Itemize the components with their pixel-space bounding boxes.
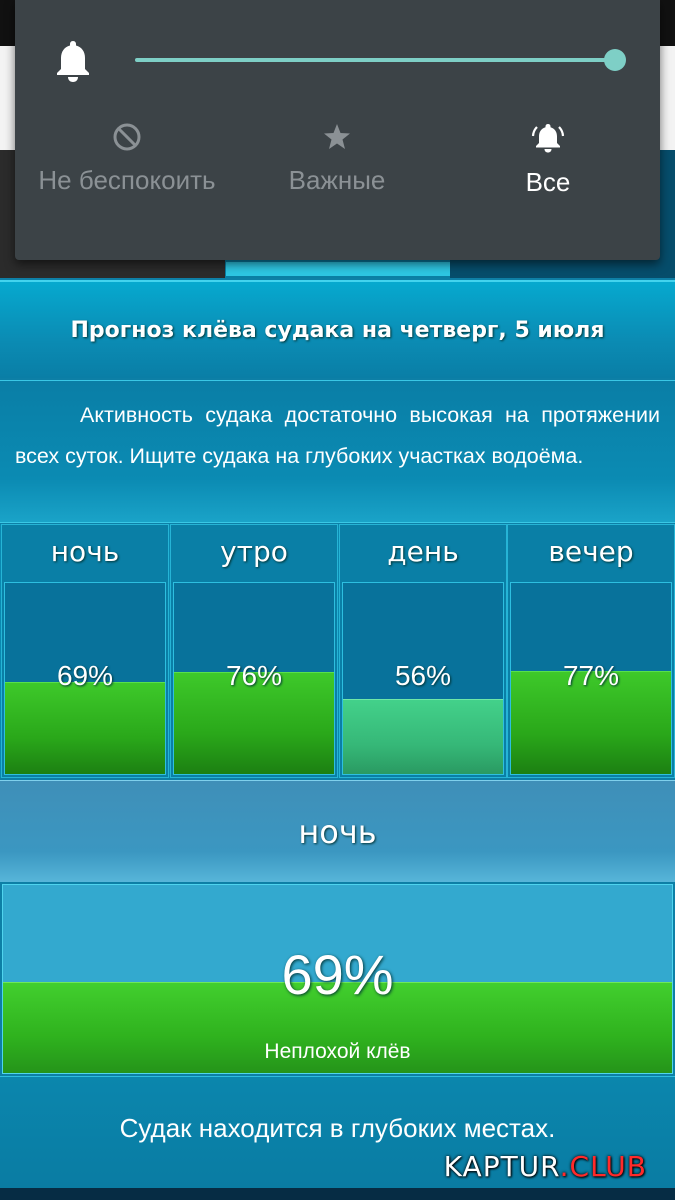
period-bar-fill bbox=[343, 699, 503, 774]
watermark-main: KAPTUR bbox=[443, 1150, 560, 1183]
period-column-evening[interactable]: вечер 77% bbox=[507, 524, 675, 778]
bite-quality-label: Неплохой клёв bbox=[264, 1040, 411, 1063]
period-bar: 69% bbox=[4, 582, 166, 775]
period-column-day[interactable]: день 56% bbox=[339, 524, 507, 778]
period-bar: 77% bbox=[510, 582, 672, 775]
period-percent: 76% bbox=[225, 660, 283, 691]
period-label: ночь bbox=[50, 535, 120, 568]
forecast-description: Активность судака достаточно высокая на … bbox=[0, 380, 675, 523]
selected-period-bar: 69% Неплохой клёв bbox=[2, 884, 673, 1074]
mode-important[interactable]: Важные bbox=[237, 122, 437, 197]
watermark-accent: .CLUB bbox=[559, 1150, 647, 1183]
mode-label: Все bbox=[525, 167, 571, 197]
period-percent: 56% bbox=[394, 660, 452, 691]
bottom-strip bbox=[0, 1188, 675, 1200]
period-bar: 76% bbox=[173, 582, 335, 775]
volume-slider-thumb[interactable] bbox=[604, 49, 626, 71]
bell-icon[interactable] bbox=[51, 38, 95, 84]
mode-label: Важные bbox=[288, 165, 386, 195]
selected-period-label: ночь bbox=[0, 780, 675, 882]
forecast-title: Прогноз клёва судака на четверг, 5 июля bbox=[0, 280, 675, 378]
bell-ringing-icon bbox=[531, 124, 565, 153]
volume-slider-track[interactable] bbox=[135, 58, 615, 62]
period-column-night[interactable]: ночь 69% bbox=[1, 524, 169, 778]
period-label: вечер bbox=[548, 535, 634, 568]
watermark: KAPTUR.CLUB bbox=[444, 1150, 647, 1183]
period-percent: 77% bbox=[562, 660, 620, 691]
period-column-morning[interactable]: утро 76% bbox=[170, 524, 338, 778]
mode-all[interactable]: Все bbox=[448, 122, 648, 199]
notification-volume-panel: Не беспокоить Важные Все bbox=[15, 0, 660, 260]
mode-do-not-disturb[interactable]: Не беспокоить bbox=[27, 122, 227, 197]
period-bar: 56% bbox=[342, 582, 504, 775]
period-columns: ночь 69% утро 76% день 56% вечер 77% bbox=[0, 524, 675, 778]
period-label: утро bbox=[220, 535, 288, 568]
period-label: день bbox=[387, 535, 459, 568]
selected-period-percent: 69% bbox=[281, 943, 394, 1006]
do-not-disturb-icon bbox=[113, 123, 141, 151]
star-icon bbox=[324, 124, 350, 149]
period-bar-fill bbox=[5, 681, 165, 774]
tab-indicator bbox=[226, 262, 450, 276]
mode-label: Не беспокоить bbox=[38, 165, 216, 195]
period-percent: 69% bbox=[56, 660, 114, 691]
